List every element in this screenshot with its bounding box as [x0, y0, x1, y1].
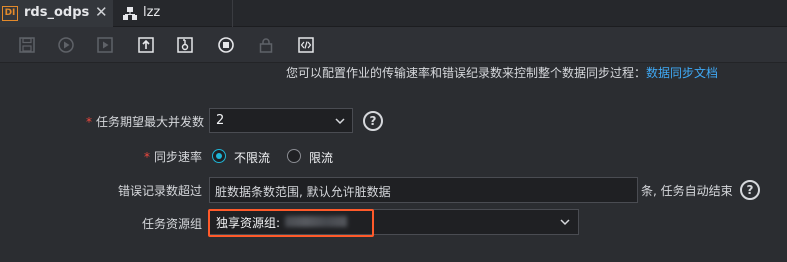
chevron-down-icon [335, 118, 345, 125]
concurrency-value: 2 [216, 113, 225, 128]
run-icon[interactable] [58, 37, 74, 53]
submit-icon[interactable] [138, 37, 154, 53]
close-icon[interactable]: ✕ [95, 3, 108, 21]
error-limit-input[interactable]: 脏数据条数范围, 默认允许脏数据 [209, 177, 638, 203]
info-text: 您可以配置作业的传输速率和错误纪录数来控制整个数据同步过程：数据同步文档 [286, 64, 718, 81]
code-view-icon[interactable] [298, 37, 314, 53]
tab-label: lzz [143, 5, 161, 20]
help-icon[interactable]: ? [363, 111, 383, 131]
di-icon: DI [2, 6, 18, 21]
resource-group-label: 任务资源组 [142, 217, 203, 231]
required-mark: * [86, 115, 92, 129]
chevron-down-icon [560, 219, 570, 226]
lock-icon[interactable] [258, 37, 274, 53]
required-mark: * [144, 150, 150, 164]
rate-label-text: 同步速率 [154, 150, 203, 164]
concurrency-label-text: 任务期望最大并发数 [96, 115, 205, 129]
save-icon[interactable] [19, 37, 35, 53]
concurrency-select[interactable]: 2 [209, 108, 353, 133]
toolbar [0, 27, 787, 63]
stop-icon[interactable] [218, 37, 234, 53]
deploy-icon[interactable] [177, 37, 193, 53]
docs-link[interactable]: 数据同步文档 [646, 66, 718, 80]
tab-label: rds_odps [24, 5, 90, 20]
tab-rds-odps[interactable]: DI rds_odps ✕ [0, 0, 113, 27]
radio-limited[interactable] [287, 149, 301, 163]
tab-lzz[interactable]: lzz [113, 0, 233, 27]
rate-label: * 同步速率 [144, 148, 202, 165]
info-message: 您可以配置作业的传输速率和错误纪录数来控制整个数据同步过程： [286, 66, 647, 80]
highlight-box [208, 209, 374, 237]
radio-unlimited-label[interactable]: 不限流 [234, 149, 270, 166]
hierarchy-icon [123, 7, 137, 20]
tab-bar: DI rds_odps ✕ lzz [0, 0, 787, 27]
radio-limited-label[interactable]: 限流 [309, 149, 333, 166]
radio-unlimited[interactable] [212, 149, 226, 163]
run-with-params-icon[interactable] [97, 37, 113, 53]
help-icon[interactable]: ? [740, 180, 760, 200]
error-limit-suffix: 条, 任务自动结束 [641, 184, 733, 198]
error-limit-placeholder: 脏数据条数范围, 默认允许脏数据 [215, 185, 391, 199]
error-limit-label: 错误记录数超过 [118, 184, 203, 198]
concurrency-label: * 任务期望最大并发数 [86, 113, 204, 130]
